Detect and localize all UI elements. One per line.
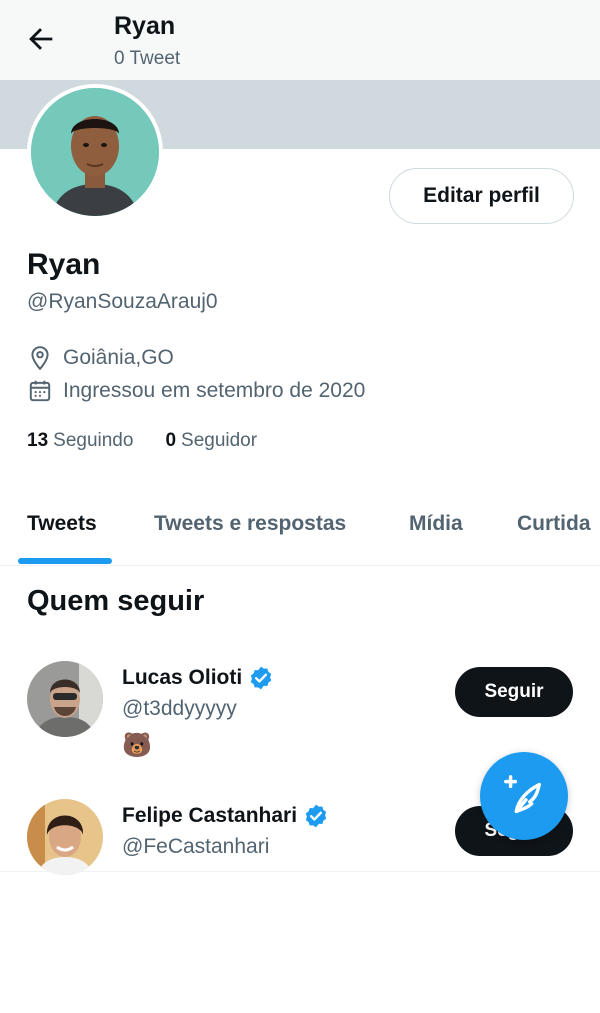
user-name[interactable]: Felipe Castanhari xyxy=(122,803,329,829)
followers-link[interactable]: 0 Seguidor xyxy=(165,430,257,452)
profile-tabs: Tweets Tweets e respostas Mídia Curtida xyxy=(0,500,600,566)
profile-joined: Ingressou em setembro de 2020 xyxy=(27,378,365,404)
user-name-text: Felipe Castanhari xyxy=(122,804,298,827)
calendar-icon xyxy=(29,380,51,402)
divider xyxy=(0,871,600,872)
avatar-photo xyxy=(31,88,159,216)
following-link[interactable]: 13 Seguindo xyxy=(27,430,133,452)
user-avatar[interactable] xyxy=(27,661,103,737)
header-tweet-count: 0 Tweet xyxy=(114,48,181,69)
header-title: Ryan xyxy=(114,12,176,40)
who-to-follow-title: Quem seguir xyxy=(27,585,205,617)
tab-tweets-replies[interactable]: Tweets e respostas xyxy=(154,512,346,536)
tab-media[interactable]: Mídia xyxy=(409,512,463,536)
location-pin-icon xyxy=(31,346,49,371)
user-handle: @FeCastanhari xyxy=(122,835,270,858)
active-tab-indicator xyxy=(18,558,112,564)
top-bar: Ryan 0 Tweet xyxy=(0,0,600,80)
user-handle: @t3ddyyyyy xyxy=(122,697,237,720)
user-bio: 🐻 xyxy=(122,732,152,759)
compose-tweet-icon xyxy=(504,775,542,814)
profile-handle: @RyanSouzaArauj0 xyxy=(27,290,218,313)
user-avatar[interactable] xyxy=(27,799,103,875)
tab-tweets[interactable]: Tweets xyxy=(27,512,97,536)
follow-stats: 13 Seguindo 0 Seguidor xyxy=(27,430,289,452)
compose-tweet-button[interactable] xyxy=(480,752,568,840)
user-avatar-photo xyxy=(27,661,103,737)
joined-text: Ingressou em setembro de 2020 xyxy=(63,379,366,402)
location-text: Goiânia,GO xyxy=(63,346,174,369)
followers-count: 0 xyxy=(165,430,177,451)
edit-profile-button[interactable]: Editar perfil xyxy=(389,168,574,224)
user-avatar-photo xyxy=(27,799,103,875)
following-label: Seguindo xyxy=(53,430,134,451)
verified-badge-icon xyxy=(251,666,272,690)
following-count: 13 xyxy=(27,430,49,451)
user-name-text: Lucas Olioti xyxy=(122,666,243,689)
follow-button[interactable]: Seguir xyxy=(455,667,573,717)
verified-badge-icon xyxy=(305,804,327,828)
profile-avatar[interactable] xyxy=(27,84,163,220)
arrow-left-icon xyxy=(29,28,53,50)
profile-name: Ryan xyxy=(27,248,101,281)
tab-likes[interactable]: Curtida xyxy=(517,512,591,536)
followers-label: Seguidor xyxy=(181,430,258,451)
back-button[interactable] xyxy=(24,22,58,56)
profile-location: Goiânia,GO xyxy=(27,345,174,371)
user-name[interactable]: Lucas Olioti xyxy=(122,665,274,691)
